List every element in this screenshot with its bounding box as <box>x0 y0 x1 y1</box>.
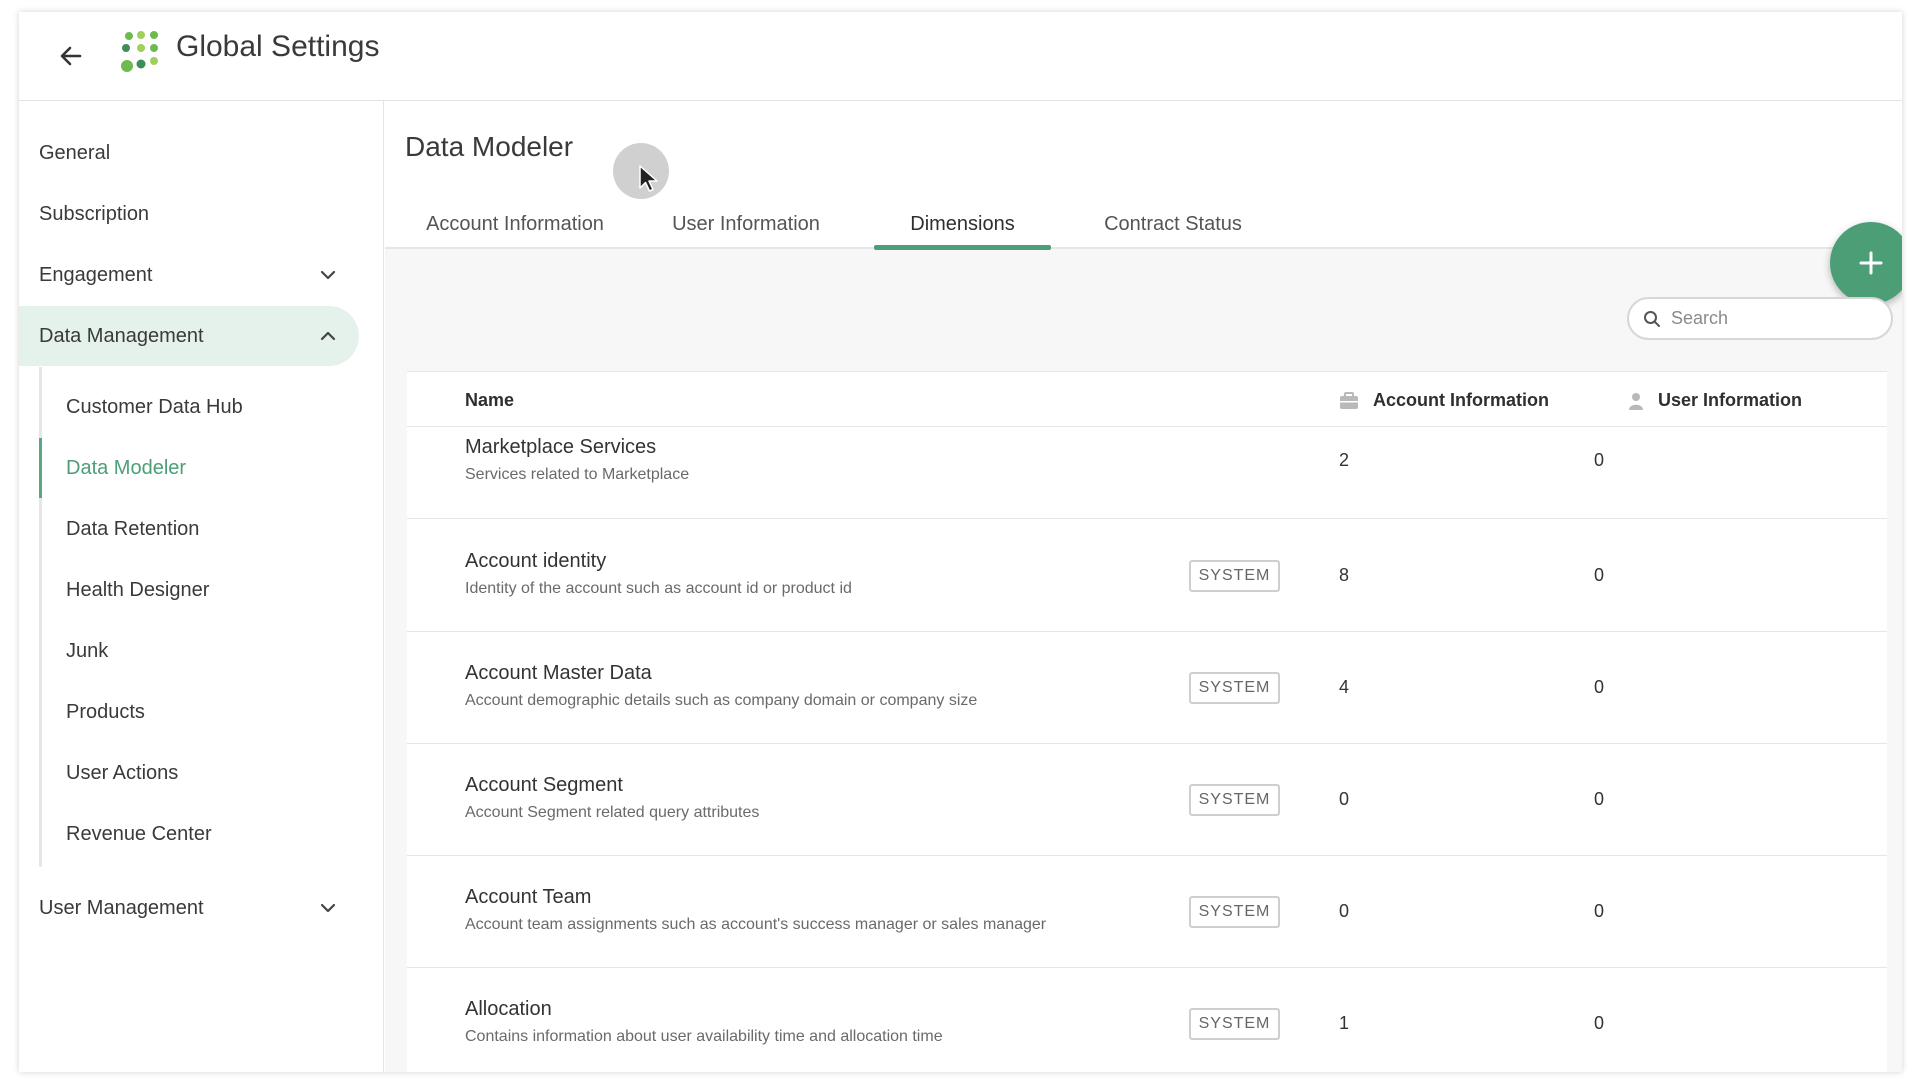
column-header-user-information[interactable]: User Information <box>1628 390 1802 411</box>
sidebar-item-general[interactable]: General <box>19 123 359 183</box>
table-row[interactable]: Account identity Identity of the account… <box>407 520 1887 632</box>
briefcase-icon <box>1340 391 1358 409</box>
settings-sidebar: General Subscription Engagement Data Man… <box>19 101 384 1072</box>
dimension-name: Account Master Data <box>465 662 652 684</box>
arrow-left-icon <box>60 46 82 66</box>
sidebar-item-data-management[interactable]: Data Management <box>19 306 359 366</box>
dimension-name: Account Team <box>465 886 592 908</box>
sidebar-subitem-junk[interactable]: Junk <box>66 621 108 681</box>
plus-icon <box>1859 251 1883 275</box>
tab-account-information[interactable]: Account Information <box>417 213 613 247</box>
dimension-name: Marketplace Services <box>465 436 657 458</box>
account-information-count: 0 <box>1339 901 1350 921</box>
active-tab-indicator <box>874 245 1051 250</box>
sidebar-subitem-label: Health Designer <box>66 578 210 601</box>
account-information-count: 0 <box>1339 789 1350 809</box>
user-information-count: 0 <box>1594 1013 1605 1033</box>
person-icon <box>1629 392 1643 410</box>
sidebar-item-subscription[interactable]: Subscription <box>19 184 359 244</box>
sidebar-item-label: Subscription <box>39 202 150 225</box>
sidebar-subitem-label: Data Modeler <box>66 456 187 479</box>
search-box <box>1627 297 1893 340</box>
submenu-active-indicator <box>39 438 42 498</box>
account-information-count: 1 <box>1339 1013 1350 1033</box>
app-header: Global Settings <box>19 12 1902 101</box>
account-information-count: 2 <box>1339 450 1350 470</box>
sidebar-subitem-label: User Actions <box>66 761 179 784</box>
account-information-count: 4 <box>1339 677 1350 697</box>
user-information-count: 0 <box>1594 450 1605 470</box>
tab-dimensions[interactable]: Dimensions <box>874 213 1051 247</box>
sidebar-subitem-data-retention[interactable]: Data Retention <box>66 499 199 559</box>
dimensions-table: Name Account Information User Informatio… <box>407 371 1887 1072</box>
add-dimension-button[interactable] <box>1830 222 1902 304</box>
dimension-description: Services related to Marketplace <box>465 466 690 483</box>
table-row[interactable]: Marketplace Services Services related to… <box>407 428 1887 519</box>
system-badge: SYSTEM <box>1189 784 1280 816</box>
system-badge: SYSTEM <box>1189 560 1280 592</box>
system-badge: SYSTEM <box>1189 1008 1280 1040</box>
dimension-name: Account Segment <box>465 774 623 796</box>
sidebar-subitem-products[interactable]: Products <box>66 682 145 742</box>
user-information-count: 0 <box>1594 677 1605 697</box>
chevron-down-icon <box>320 903 336 913</box>
chevron-down-icon <box>320 270 336 280</box>
sidebar-subitem-label: Customer Data Hub <box>66 395 243 418</box>
sidebar-subitem-label: Revenue Center <box>66 822 212 845</box>
table-row[interactable]: Account Master Data Account demographic … <box>407 632 1887 744</box>
column-header-name[interactable]: Name <box>465 390 514 411</box>
page-title: Data Modeler <box>405 131 574 162</box>
dimension-name: Account identity <box>465 550 607 572</box>
sidebar-item-label: General <box>39 141 111 164</box>
sidebar-item-label: Engagement <box>39 263 153 286</box>
search-icon <box>1644 310 1660 327</box>
account-information-count: 8 <box>1339 565 1350 585</box>
main-content: Data Modeler Account Information User In… <box>385 101 1902 1072</box>
app-title: Global Settings <box>176 30 380 63</box>
system-badge: SYSTEM <box>1189 672 1280 704</box>
back-button[interactable] <box>53 38 89 74</box>
sidebar-subitem-customer-data-hub[interactable]: Customer Data Hub <box>66 377 243 437</box>
sidebar-item-user-management[interactable]: User Management <box>19 878 359 938</box>
mouse-pointer-icon <box>639 165 658 192</box>
dimension-description: Account Segment related query attributes <box>465 804 760 821</box>
dimension-description: Contains information about user availabi… <box>465 1028 943 1045</box>
column-header-label: User Information <box>1658 390 1803 410</box>
table-row[interactable]: Account Segment Account Segment related … <box>407 744 1887 856</box>
user-information-count: 0 <box>1594 565 1605 585</box>
sidebar-item-engagement[interactable]: Engagement <box>19 245 359 305</box>
sidebar-subitem-label: Products <box>66 700 145 723</box>
tab-user-information[interactable]: User Information <box>665 213 827 247</box>
app-logo-icon <box>121 31 158 72</box>
table-header: Name Account Information User Informatio… <box>407 372 1887 427</box>
user-information-count: 0 <box>1594 789 1605 809</box>
settings-window: Global Settings General Subscription Eng… <box>19 12 1902 1072</box>
table-row[interactable]: Allocation Contains information about us… <box>407 968 1887 1072</box>
dimension-name: Allocation <box>465 998 552 1020</box>
dimension-description: Account demographic details such as comp… <box>465 692 978 709</box>
table-row[interactable]: Account Team Account team assignments su… <box>407 856 1887 968</box>
sidebar-subitem-data-modeler[interactable]: Data Modeler <box>66 438 186 498</box>
sidebar-subitem-label: Data Retention <box>66 517 200 540</box>
sidebar-subitem-health-designer[interactable]: Health Designer <box>66 560 209 620</box>
column-header-account-information[interactable]: Account Information <box>1339 390 1549 411</box>
search-input[interactable] <box>1671 308 1871 329</box>
column-header-label: Account Information <box>1373 390 1549 410</box>
tab-contract-status[interactable]: Contract Status <box>1097 213 1249 247</box>
sidebar-item-label: Data Management <box>39 324 204 347</box>
sidebar-subitem-user-actions[interactable]: User Actions <box>66 743 178 803</box>
chevron-up-icon <box>320 331 336 341</box>
sidebar-subitem-label: Junk <box>66 639 109 662</box>
sidebar-subitem-revenue-center[interactable]: Revenue Center <box>66 804 212 864</box>
dimension-description: Account team assignments such as account… <box>465 916 1047 933</box>
dimension-description: Identity of the account such as account … <box>465 580 852 597</box>
user-information-count: 0 <box>1594 901 1605 921</box>
system-badge: SYSTEM <box>1189 896 1280 928</box>
sidebar-item-label: User Management <box>39 896 204 919</box>
